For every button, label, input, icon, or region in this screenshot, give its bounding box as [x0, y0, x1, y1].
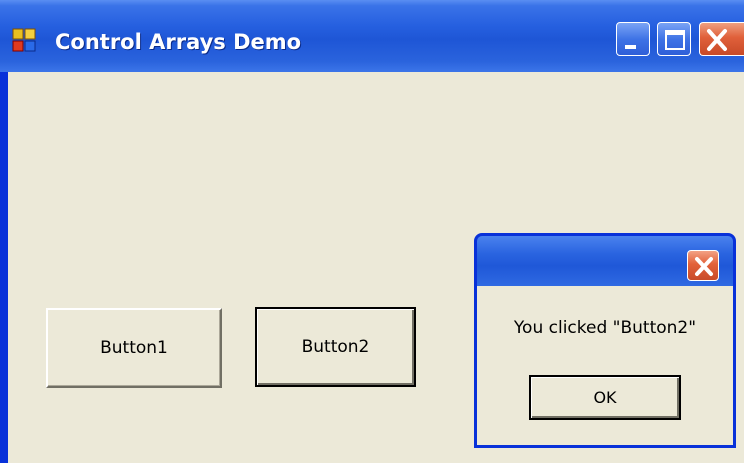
message-box-body: You clicked "Button2" OK — [477, 286, 733, 445]
ok-button[interactable]: OK — [529, 375, 681, 420]
message-box-close-button[interactable] — [687, 250, 719, 281]
message-box-dialog: You clicked "Button2" OK — [474, 233, 736, 448]
window-title: Control Arrays Demo — [55, 30, 302, 54]
message-text: You clicked "Button2" — [513, 318, 697, 338]
maximize-button[interactable] — [657, 22, 691, 56]
close-button[interactable] — [699, 22, 744, 56]
button1[interactable]: Button1 — [46, 308, 222, 388]
message-box-title-bar[interactable] — [477, 236, 733, 286]
title-bar[interactable]: Control Arrays Demo — [0, 0, 744, 72]
main-window: Control Arrays Demo Button1 Button2 You … — [0, 0, 744, 463]
button2[interactable]: Button2 — [255, 307, 416, 387]
app-window-icon — [12, 28, 36, 52]
minimize-button[interactable] — [616, 22, 650, 56]
